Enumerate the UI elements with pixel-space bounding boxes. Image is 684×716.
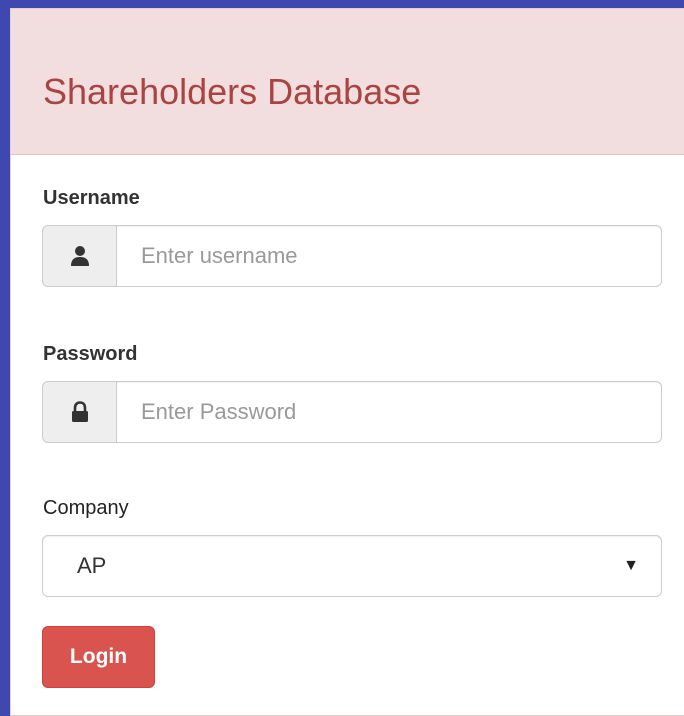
- password-input-group: [42, 381, 662, 443]
- password-input[interactable]: [117, 381, 662, 443]
- username-label: Username: [43, 187, 140, 209]
- page-title: Shareholders Database: [43, 71, 422, 112]
- login-panel: Shareholders Database Username Password …: [10, 8, 684, 716]
- password-label: Password: [43, 343, 138, 365]
- username-input[interactable]: [117, 225, 662, 287]
- panel-heading: Shareholders Database: [11, 9, 684, 155]
- company-select-value: AP: [77, 553, 107, 578]
- company-label: Company: [43, 497, 129, 519]
- lock-icon: [42, 381, 117, 443]
- user-icon: [42, 225, 117, 287]
- login-button[interactable]: Login: [42, 626, 155, 688]
- company-select[interactable]: AP ▼: [42, 535, 662, 597]
- username-input-group: [42, 225, 662, 287]
- caret-down-icon: ▼: [623, 557, 639, 574]
